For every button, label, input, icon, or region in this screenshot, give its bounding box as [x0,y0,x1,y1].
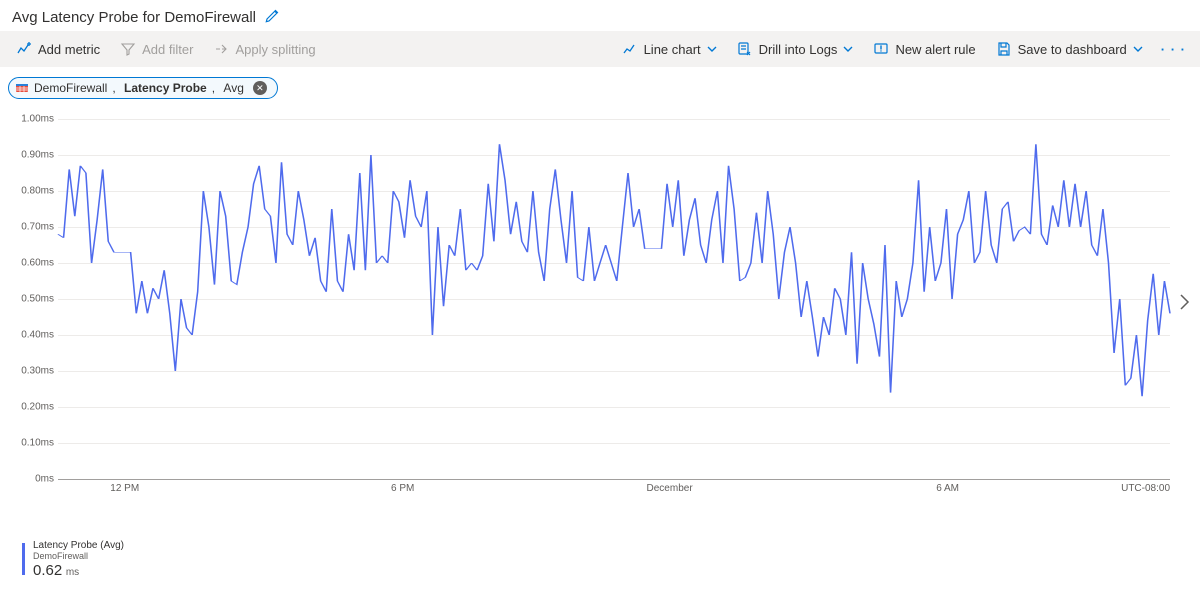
metric-pill[interactable]: DemoFirewall, Latency Probe, Avg ✕ [8,77,278,99]
chevron-down-icon [1133,44,1143,54]
x-tick-label: December [647,483,693,494]
save-dashboard-label: Save to dashboard [1018,42,1127,57]
x-tick-label: 12 PM [110,483,139,494]
add-filter-button[interactable]: Add filter [112,37,201,61]
timezone-label: UTC-08:00 [1121,483,1170,494]
legend-unit: ms [66,567,79,578]
y-tick-label: 0.10ms [21,438,54,449]
x-tick-label: 6 AM [936,483,959,494]
line-series [58,119,1170,479]
add-filter-label: Add filter [142,42,193,57]
y-tick-label: 1.00ms [21,114,54,125]
splitting-icon [213,41,229,57]
legend-resource: DemoFirewall [33,551,124,561]
y-tick-label: 0.20ms [21,402,54,413]
page-title: Avg Latency Probe for DemoFirewall [12,9,256,26]
chart-type-label: Line chart [644,42,701,57]
filter-icon [120,41,136,57]
legend-value: 0.62 [33,562,62,579]
drill-logs-button[interactable]: Drill into Logs [729,37,862,61]
y-tick-label: 0.70ms [21,222,54,233]
alert-icon [873,41,889,57]
apply-splitting-label: Apply splitting [235,42,315,57]
x-axis: UTC-08:00 12 PM 6 PM December 6 AM [58,483,1170,503]
legend-title: Latency Probe (Avg) [33,540,124,552]
more-options-button[interactable]: · · · [1155,38,1192,61]
line-chart-icon [622,41,638,57]
new-alert-label: New alert rule [895,42,975,57]
pill-metric: Latency Probe [124,81,207,95]
apply-splitting-button[interactable]: Apply splitting [205,37,323,61]
y-tick-label: 0ms [35,474,54,485]
y-tick-label: 0.90ms [21,150,54,161]
chart-type-button[interactable]: Line chart [614,37,725,61]
save-icon [996,41,1012,57]
pill-resource: DemoFirewall [34,81,107,95]
plot-area[interactable] [58,119,1170,479]
drill-logs-label: Drill into Logs [759,42,838,57]
chart-toolbar: Add metric Add filter Apply splitting Li… [0,31,1200,67]
x-tick-label: 6 PM [391,483,414,494]
y-tick-label: 0.80ms [21,186,54,197]
firewall-icon [15,81,29,95]
edit-icon[interactable] [264,8,280,27]
logs-icon [737,41,753,57]
y-tick-label: 0.40ms [21,330,54,341]
scroll-right-button[interactable] [1174,289,1194,318]
pill-agg: Avg [223,81,243,95]
add-metric-icon [16,41,32,57]
chevron-down-icon [843,44,853,54]
save-dashboard-button[interactable]: Save to dashboard [988,37,1151,61]
chart-container: 1.00ms0.90ms0.80ms0.70ms0.60ms0.50ms0.40… [0,109,1200,119]
y-tick-label: 0.30ms [21,366,54,377]
add-metric-label: Add metric [38,42,100,57]
new-alert-button[interactable]: New alert rule [865,37,983,61]
remove-pill-icon[interactable]: ✕ [253,81,267,95]
legend-color-bar [22,543,25,575]
chevron-down-icon [707,44,717,54]
add-metric-button[interactable]: Add metric [8,37,108,61]
y-tick-label: 0.60ms [21,258,54,269]
y-tick-label: 0.50ms [21,294,54,305]
legend[interactable]: Latency Probe (Avg) DemoFirewall 0.62 ms [22,540,124,579]
